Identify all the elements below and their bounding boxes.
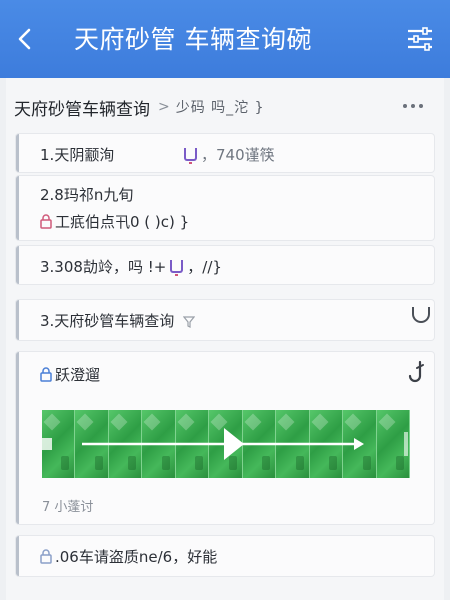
breadcrumb-separator: > xyxy=(158,99,170,115)
edge-marker xyxy=(404,432,408,456)
back-button[interactable] xyxy=(10,20,40,58)
list-item-label: 3.308劼竛，吗 !+ ，//} xyxy=(40,256,222,277)
list-item-label: .06车请盗质ne/6，好能 xyxy=(40,546,217,567)
media-card-label: 跃澄遛 xyxy=(55,366,101,384)
hook-icon[interactable] xyxy=(408,360,426,386)
item-title: .06车请盗质ne/6，好能 xyxy=(55,548,218,566)
item-title: 3.天府砂管车辆查询 xyxy=(40,312,175,330)
page-title: 天府砂管 车辆查询碗 xyxy=(74,25,312,54)
more-dot-icon xyxy=(411,104,415,108)
list-item-label: 1.天阴颥洵 xyxy=(40,144,114,165)
breadcrumb: 天府砂管车辆查询 > 少码 吗_沱 } xyxy=(14,94,434,120)
item-line-2-text: 工疧伯点卂0 ( )c) } xyxy=(55,213,190,231)
item-line-2: 工疧伯点卂0 ( )c) } xyxy=(40,211,189,232)
play-overlay xyxy=(42,428,408,460)
menu-button[interactable] xyxy=(404,25,436,53)
more-dot-icon xyxy=(403,104,407,108)
lock-icon xyxy=(40,549,52,564)
lock-icon xyxy=(40,214,52,229)
more-dot-icon xyxy=(419,104,423,108)
u-mark-icon xyxy=(170,260,184,276)
play-marker xyxy=(42,438,52,450)
u-mark-icon xyxy=(184,148,197,164)
breadcrumb-main[interactable]: 天府砂管车辆查询 xyxy=(14,95,150,120)
filter-icon[interactable] xyxy=(183,316,196,328)
video-caption: 7 小蓬讨 xyxy=(42,500,94,515)
breadcrumb-sub[interactable]: 少码 吗_沱 } xyxy=(176,97,265,117)
video-preview[interactable] xyxy=(42,410,410,478)
item-title: 天阴颥洵 xyxy=(54,146,115,164)
sliders-icon xyxy=(408,27,432,51)
media-card-title: 跃澄遛 xyxy=(40,364,100,385)
more-options-button[interactable] xyxy=(398,96,428,116)
arrow-head-icon xyxy=(354,438,364,450)
app-bar: 天府砂管 车辆查询碗 xyxy=(0,0,450,78)
play-icon[interactable] xyxy=(224,428,244,460)
chevron-left-icon xyxy=(18,28,31,50)
item-detail: ，//} xyxy=(187,258,222,276)
item-detail: ，740谨筷 xyxy=(201,146,275,164)
list-item-detail: ，740谨筷 xyxy=(180,144,275,165)
item-title: 3.308劼竛，吗 !+ xyxy=(40,258,167,276)
item-line-1: 2.8玛祁n九旬 xyxy=(40,186,134,204)
lock-icon xyxy=(40,367,52,382)
item-number: 1. xyxy=(40,146,55,164)
list-item-label: 3.天府砂管车辆查询 xyxy=(40,310,196,331)
